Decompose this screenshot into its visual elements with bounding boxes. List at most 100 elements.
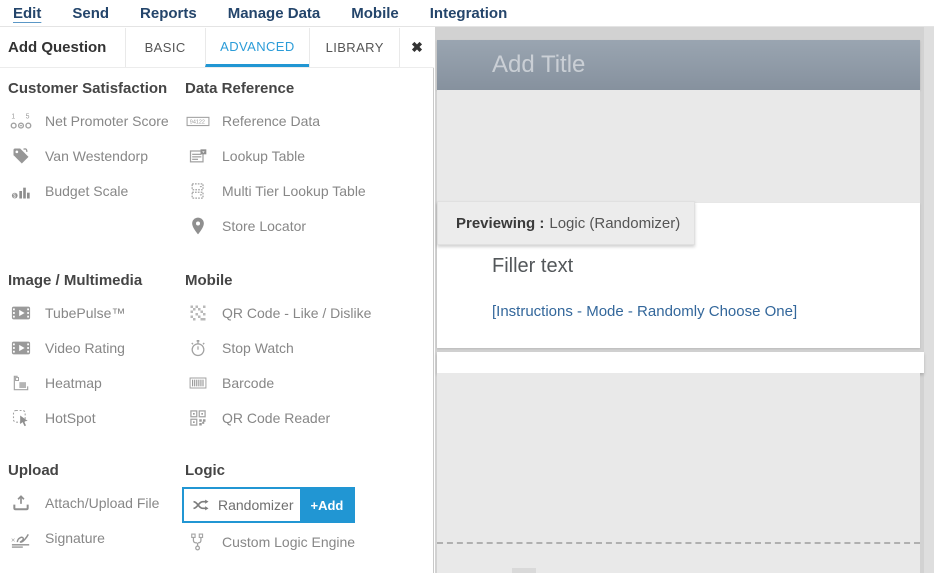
section-upload: Upload Attach/Upload File × (8, 462, 159, 555)
survey-title-bar[interactable]: Add Title (437, 40, 920, 90)
add-question-header: Add Question BASIC ADVANCED LIBRARY ✖ (0, 28, 434, 68)
item-label: Multi Tier Lookup Table (222, 183, 366, 199)
svg-text:×: × (11, 535, 15, 544)
question-instruction: [Instructions - Mode - Randomly Choose O… (492, 303, 797, 320)
item-label: Attach/Upload File (45, 495, 159, 511)
section-title: Customer Satisfaction (8, 80, 169, 97)
nav-item-manage-data[interactable]: Manage Data (228, 5, 321, 22)
item-label: Reference Data (222, 113, 320, 129)
top-nav: Edit Send Reports Manage Data Mobile Int… (0, 0, 934, 27)
nav-item-integration[interactable]: Integration (430, 5, 508, 22)
svg-text:$: $ (13, 193, 16, 199)
bottom-element-stub (512, 568, 536, 573)
item-label: Store Locator (222, 218, 306, 234)
survey-title-placeholder: Add Title (437, 51, 585, 79)
item-net-promoter-score[interactable]: 1 5 Net Promoter Score (8, 103, 169, 138)
item-lookup-table[interactable]: Lookup Table (185, 138, 366, 173)
tab-basic[interactable]: BASIC (125, 28, 205, 67)
barcode-icon (185, 373, 211, 393)
item-video-rating[interactable]: Video Rating (8, 330, 142, 365)
budget-scale-icon: $ (8, 181, 34, 201)
item-label: Stop Watch (222, 340, 294, 356)
item-signature[interactable]: × Signature (8, 520, 159, 555)
lookup-table-icon (185, 146, 211, 166)
section-title: Image / Multimedia (8, 272, 142, 289)
previewing-tooltip: Previewing : Logic (Randomizer) (437, 201, 695, 245)
section-data-reference: Data Reference 94122 Reference Data (185, 80, 366, 243)
section-logic: Logic Randomizer +Add (185, 462, 355, 559)
panel-title: Add Question (0, 28, 125, 67)
signature-icon: × (8, 528, 34, 548)
multi-tier-lookup-icon (185, 181, 211, 201)
item-label: Randomizer (218, 497, 293, 513)
item-label: Video Rating (45, 340, 125, 356)
nps-icon: 1 5 (8, 110, 34, 132)
nav-item-edit[interactable]: Edit (13, 5, 41, 22)
item-attach-upload-file[interactable]: Attach/Upload File (8, 485, 159, 520)
tab-library[interactable]: LIBRARY (309, 28, 399, 67)
item-qr-code-reader[interactable]: QR Code Reader (185, 400, 371, 435)
section-title: Data Reference (185, 80, 366, 97)
section-customer-satisfaction: Customer Satisfaction 1 5 Net Promoter S… (8, 80, 169, 208)
qr-code-icon (185, 303, 211, 323)
tab-advanced[interactable]: ADVANCED (205, 28, 310, 67)
item-label: Lookup Table (222, 148, 305, 164)
svg-text:1: 1 (11, 113, 15, 120)
item-label: Signature (45, 530, 105, 546)
svg-text:5: 5 (26, 113, 30, 120)
item-hotspot[interactable]: HotSpot (8, 400, 142, 435)
item-multi-tier-lookup-table[interactable]: Multi Tier Lookup Table (185, 173, 366, 208)
survey-lower-area (437, 373, 920, 573)
nav-item-send[interactable]: Send (72, 5, 109, 22)
survey-description-area (437, 90, 920, 203)
shuffle-icon (188, 495, 214, 515)
item-stop-watch[interactable]: Stop Watch (185, 330, 371, 365)
item-randomizer[interactable]: Randomizer +Add (182, 487, 355, 523)
item-label: Net Promoter Score (45, 113, 169, 129)
item-label: QR Code - Like / Dislike (222, 305, 371, 321)
question-type-panel: Customer Satisfaction 1 5 Net Promoter S… (0, 68, 434, 573)
page-break-divider (437, 542, 920, 544)
item-barcode[interactable]: Barcode (185, 365, 371, 400)
section-image-multimedia: Image / Multimedia TubePulse™ (8, 272, 142, 435)
svg-text:94122: 94122 (190, 119, 205, 125)
scrollbar-track[interactable] (924, 27, 934, 573)
item-label: HotSpot (45, 410, 96, 426)
tag-icon (8, 146, 34, 166)
item-label: Heatmap (45, 375, 102, 391)
section-title: Mobile (185, 272, 371, 289)
item-van-westendorp[interactable]: Van Westendorp (8, 138, 169, 173)
item-qr-code-like-dislike[interactable]: QR Code - Like / Dislike (185, 295, 371, 330)
item-heatmap[interactable]: Heatmap (8, 365, 142, 400)
survey-builder-app: Edit Send Reports Manage Data Mobile Int… (0, 0, 934, 573)
item-custom-logic-engine[interactable]: Custom Logic Engine (185, 524, 355, 559)
item-tubepulse[interactable]: TubePulse™ (8, 295, 142, 330)
survey-preview-panel: Add Title Filler text [Instructions - Mo… (435, 27, 934, 573)
previewing-label: Previewing : (456, 215, 544, 232)
previewing-value: Logic (Randomizer) (549, 215, 680, 232)
item-label: QR Code Reader (222, 410, 330, 426)
video-icon (8, 303, 34, 323)
logic-engine-icon (185, 532, 211, 552)
item-label: Van Westendorp (45, 148, 148, 164)
reference-data-icon: 94122 (185, 111, 211, 131)
item-store-locator[interactable]: Store Locator (185, 208, 366, 243)
item-reference-data[interactable]: 94122 Reference Data (185, 103, 366, 138)
close-icon[interactable]: ✖ (399, 28, 434, 67)
item-label: Barcode (222, 375, 274, 391)
hotspot-icon (8, 408, 34, 428)
item-budget-scale[interactable]: $ Budget Scale (8, 173, 169, 208)
item-label: TubePulse™ (45, 305, 125, 321)
section-title: Logic (185, 462, 355, 479)
nav-item-reports[interactable]: Reports (140, 5, 197, 22)
video-icon (8, 338, 34, 358)
nav-item-mobile[interactable]: Mobile (351, 5, 399, 22)
next-block-strip (437, 352, 924, 373)
stopwatch-icon (185, 338, 211, 358)
add-button[interactable]: +Add (300, 489, 353, 521)
item-label: Custom Logic Engine (222, 534, 355, 550)
section-mobile: Mobile QR Code - Like / Dislike (185, 272, 371, 435)
upload-icon (8, 493, 34, 513)
qr-reader-icon (185, 408, 211, 428)
map-pin-icon (185, 216, 211, 236)
